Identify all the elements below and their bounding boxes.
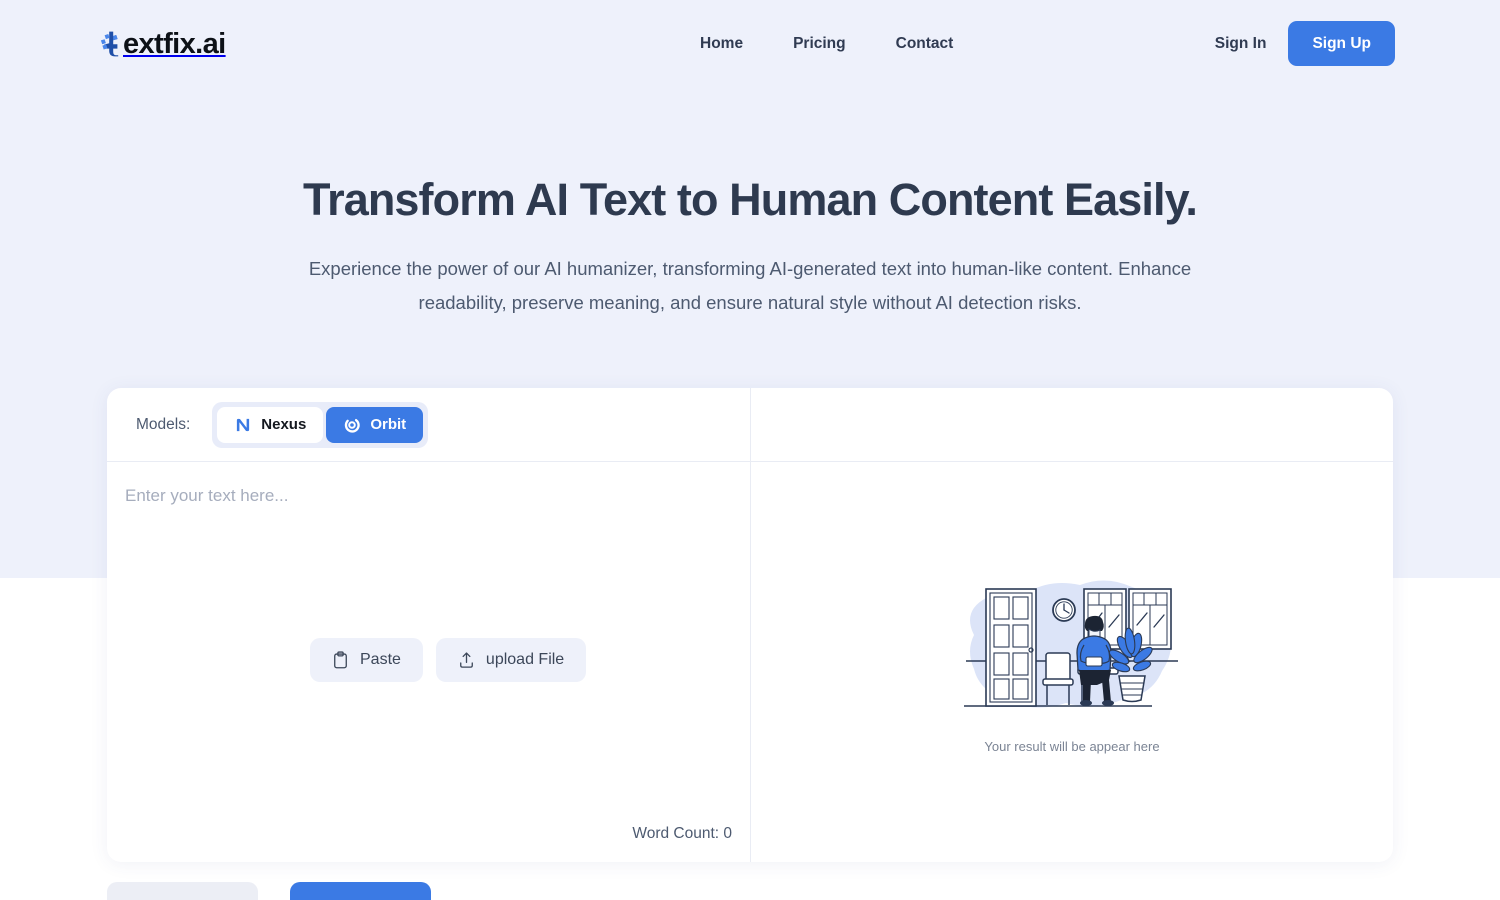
- nav-item-contact[interactable]: Contact: [871, 31, 979, 56]
- paste-button-label: Paste: [360, 651, 401, 668]
- sign-in-link[interactable]: Sign In: [1215, 22, 1267, 66]
- text-input-placeholder: Enter your text here...: [125, 486, 289, 505]
- humanizer-tool-card: Models: Nexus Orbit Enter your text here…: [107, 388, 1393, 862]
- text-input-pane[interactable]: Enter your text here... Paste upload Fil…: [107, 462, 750, 862]
- clipboard-icon: [334, 651, 347, 669]
- tool-footer-actions: [107, 882, 431, 900]
- sign-up-button[interactable]: Sign Up: [1288, 21, 1395, 66]
- primary-action-button[interactable]: [290, 882, 431, 900]
- nav-item-pricing[interactable]: Pricing: [768, 31, 871, 56]
- nav-item-home[interactable]: Home: [700, 31, 768, 56]
- upload-file-button[interactable]: upload File: [435, 638, 587, 682]
- main-navigation: Home Pricing Contact: [700, 31, 978, 56]
- upload-icon: [460, 652, 473, 668]
- nexus-n-icon: [237, 418, 250, 431]
- input-action-buttons: Paste upload File: [310, 638, 587, 682]
- site-logo[interactable]: extfix.ai: [100, 27, 226, 61]
- auth-actions: Sign In Sign Up: [1215, 21, 1395, 66]
- models-label: Models:: [136, 415, 191, 433]
- model-option-nexus-label: Nexus: [261, 416, 307, 433]
- word-count-label: Word Count: 0: [632, 825, 732, 842]
- upload-file-button-label: upload File: [485, 651, 565, 668]
- logo-text: extfix.ai: [123, 27, 226, 60]
- model-toggle-group: Nexus Orbit: [212, 401, 429, 448]
- waiting-room-illustration: [964, 579, 1178, 708]
- result-output-pane: Your result will be appear here: [751, 462, 1393, 862]
- paste-button[interactable]: Paste: [310, 638, 423, 682]
- model-option-orbit[interactable]: Orbit: [326, 406, 424, 443]
- puzzle-piece-t-icon: [100, 31, 119, 57]
- result-placeholder-caption: Your result will be appear here: [984, 738, 1160, 754]
- model-selector-row: Models: Nexus Orbit: [107, 388, 429, 461]
- page-title: Transform AI Text to Human Content Easil…: [303, 174, 1198, 225]
- page-subtitle: Experience the power of our AI humanizer…: [308, 258, 1192, 313]
- model-option-orbit-label: Orbit: [370, 416, 407, 433]
- model-option-nexus[interactable]: Nexus: [217, 406, 324, 443]
- site-header: extfix.ai Home Pricing Contact Sign In S…: [0, 0, 1500, 88]
- orbit-ring-icon: [345, 418, 361, 433]
- secondary-action-button[interactable]: [107, 882, 258, 900]
